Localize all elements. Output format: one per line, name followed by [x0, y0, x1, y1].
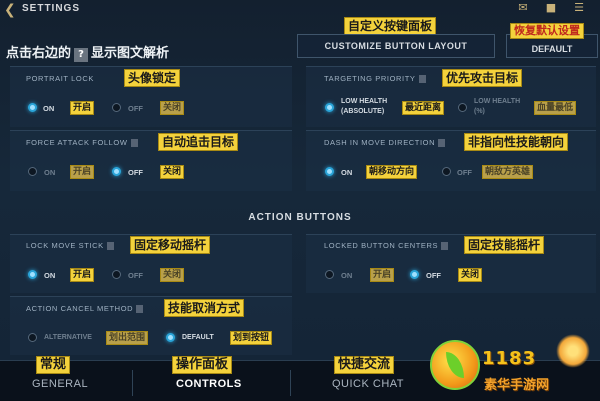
question-icon: ? — [74, 48, 89, 62]
targeting-priority-label: TARGETING PRIORITY — [324, 74, 426, 84]
action-cancel-opt1-label: ALTERNATIVE — [44, 334, 92, 341]
dash-off-label: OFF — [457, 168, 472, 177]
portrait-lock-cn-label: 头像锁定 — [124, 69, 181, 87]
lock-move-on-cn: 开启 — [70, 268, 95, 282]
portrait-lock-on-radio[interactable] — [28, 103, 37, 112]
nav-divider — [132, 370, 133, 396]
lock-move-off-cn: 关闭 — [160, 268, 185, 282]
force-attack-on-cn: 开启 — [70, 165, 95, 179]
locked-centers-off-radio[interactable] — [410, 270, 419, 279]
chat-icon[interactable]: ■ — [544, 1, 558, 15]
portrait-lock-label: PORTRAIT LOCK — [26, 74, 94, 83]
targeting-opt1-radio[interactable] — [325, 103, 334, 112]
action-buttons-title: ACTION BUTTONS — [248, 212, 352, 223]
general-cn-label: 常规 — [36, 356, 71, 374]
force-attack-off-radio[interactable] — [112, 167, 121, 176]
action-cancel-label: ACTION CANCEL METHOD — [26, 304, 144, 314]
customize-cn-label: 自定义按键面板 — [344, 17, 437, 35]
targeting-opt1-cn: 最近距离 — [402, 101, 445, 115]
watermark-logo-icon — [430, 340, 480, 390]
watermark-number: 1183 — [482, 348, 537, 369]
watermark-site: 素华手游网 — [484, 378, 550, 393]
lock-move-on-radio[interactable] — [28, 270, 37, 279]
dash-off-radio[interactable] — [442, 167, 451, 176]
quick-chat-cn-label: 快捷交流 — [334, 356, 395, 374]
top-icons: ✉ ■ ☰ — [514, 0, 594, 20]
action-cancel-opt1-cn: 划出范围 — [106, 331, 149, 345]
locked-centers-off-label: OFF — [426, 271, 441, 280]
tab-general[interactable]: GENERAL — [32, 378, 88, 390]
targeting-opt2-cn: 血量最低 — [534, 101, 577, 115]
help-hint: 点击右边的? 显示图文解析 — [6, 42, 169, 62]
action-cancel-opt2-radio[interactable] — [166, 333, 175, 342]
targeting-opt2-label-a: LOW HEALTH — [474, 98, 521, 105]
top-bar: ❮ SETTINGS ✉ ■ ☰ — [0, 0, 600, 20]
lock-move-on-label: ON — [44, 271, 56, 280]
chevron-left-icon[interactable]: ❮ — [4, 2, 18, 18]
tab-quick-chat[interactable]: QUICK CHAT — [332, 378, 404, 390]
targeting-opt2-label-b: (%) — [474, 108, 485, 115]
force-attack-on-label: ON — [44, 168, 56, 177]
targeting-opt1-label-a: LOW HEALTH — [341, 98, 388, 105]
force-attack-cn-label: 自动追击目标 — [158, 133, 239, 151]
locked-centers-cn-label: 固定技能摇杆 — [464, 236, 545, 254]
force-attack-off-label: OFF — [128, 168, 143, 177]
locked-centers-on-radio[interactable] — [325, 270, 334, 279]
watermark-sun — [556, 334, 590, 368]
default-cn-label: 恢复默认设置 — [510, 23, 584, 39]
force-attack-on-radio[interactable] — [28, 167, 37, 176]
hint-suffix: 显示图文解析 — [91, 46, 170, 61]
locked-centers-on-label: ON — [341, 271, 353, 280]
targeting-opt1-label-b: (ABSOLUTE) — [341, 108, 385, 115]
locked-centers-label: LOCKED BUTTON CENTERS — [324, 241, 449, 251]
lock-move-label: LOCK MOVE STICK — [26, 241, 114, 251]
targeting-opt2-radio[interactable] — [458, 103, 467, 112]
locked-centers-on-cn: 开启 — [370, 268, 395, 282]
dash-on-label: ON — [341, 168, 353, 177]
action-cancel-cn-label: 技能取消方式 — [164, 299, 245, 317]
tab-controls[interactable]: CONTROLS — [176, 378, 242, 390]
portrait-lock-off-radio[interactable] — [112, 103, 121, 112]
portrait-lock-on-label: ON — [43, 104, 55, 113]
dash-on-radio[interactable] — [325, 167, 334, 176]
nav-divider — [290, 370, 291, 396]
portrait-lock-off-cn: 关闭 — [160, 101, 185, 115]
hint-prefix: 点击右边的 — [6, 46, 72, 61]
lock-move-cn-label: 固定移动摇杆 — [130, 236, 211, 254]
locked-centers-off-cn: 关闭 — [458, 268, 483, 282]
force-attack-label: FORCE ATTACK FOLLOW — [26, 138, 138, 148]
action-cancel-opt1-radio[interactable] — [28, 333, 37, 342]
action-cancel-opt2-cn: 划到按钮 — [230, 331, 273, 345]
mail-icon[interactable]: ✉ — [516, 1, 530, 15]
page-title: SETTINGS — [22, 3, 81, 14]
dash-direction-label: DASH IN MOVE DIRECTION — [324, 138, 446, 148]
controls-cn-label: 操作面板 — [172, 356, 233, 374]
customize-button-layout-button[interactable]: CUSTOMIZE BUTTON LAYOUT — [297, 34, 495, 58]
menu-icon[interactable]: ☰ — [572, 1, 586, 15]
targeting-priority-cn-label: 优先攻击目标 — [442, 69, 523, 87]
dash-direction-cn-label: 非指向性技能朝向 — [464, 133, 569, 151]
dash-off-cn: 朝敌方英雄 — [482, 165, 534, 179]
portrait-lock-on-cn: 开启 — [70, 101, 95, 115]
dash-on-cn: 朝移动方向 — [366, 165, 418, 179]
lock-move-off-radio[interactable] — [112, 270, 121, 279]
lock-move-off-label: OFF — [128, 271, 143, 280]
force-attack-off-cn: 关闭 — [160, 165, 185, 179]
portrait-lock-off-label: OFF — [128, 104, 143, 113]
action-cancel-opt2-label: DEFAULT — [182, 334, 214, 341]
